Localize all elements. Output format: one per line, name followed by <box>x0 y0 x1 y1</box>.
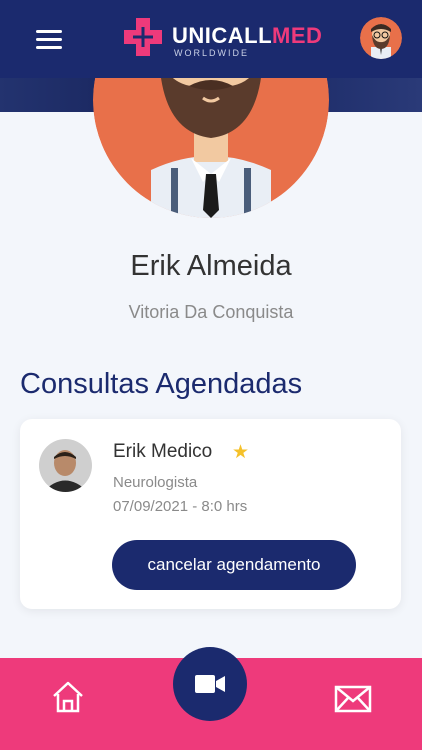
mail-icon[interactable] <box>334 684 372 714</box>
medical-cross-logo-icon <box>124 18 162 56</box>
user-avatar-button[interactable] <box>360 17 402 59</box>
hamburger-menu-icon[interactable] <box>36 30 62 50</box>
video-camera-icon <box>195 675 225 693</box>
home-icon[interactable] <box>51 680 85 714</box>
profile-name: Erik Almeida <box>130 250 292 282</box>
brand-tagline: WORLDWIDE <box>174 48 249 58</box>
brand-logo: UNICALLMED WORLDWIDE <box>120 14 330 60</box>
favorite-star-icon[interactable]: ★ <box>232 441 249 464</box>
bearded-man-avatar-icon <box>360 17 402 59</box>
doctor-portrait-icon <box>39 439 92 492</box>
brand-name: UNICALLMED <box>172 23 323 48</box>
doctor-specialty: Neurologista <box>113 474 198 491</box>
video-call-button[interactable] <box>173 647 247 721</box>
cancel-appointment-button[interactable]: cancelar agendamento <box>112 540 356 590</box>
appointment-card: Erik Medico ★ Neurologista 07/09/2021 - … <box>20 419 401 609</box>
top-app-bar: UNICALLMED WORLDWIDE <box>0 0 422 78</box>
appointment-datetime: 07/09/2021 - 8:0 hrs <box>113 498 248 515</box>
doctor-photo <box>39 439 92 492</box>
doctor-name: Erik Medico <box>113 441 213 462</box>
section-title: Consultas Agendadas <box>20 368 303 400</box>
profile-city: Vitoria Da Conquista <box>128 302 294 322</box>
